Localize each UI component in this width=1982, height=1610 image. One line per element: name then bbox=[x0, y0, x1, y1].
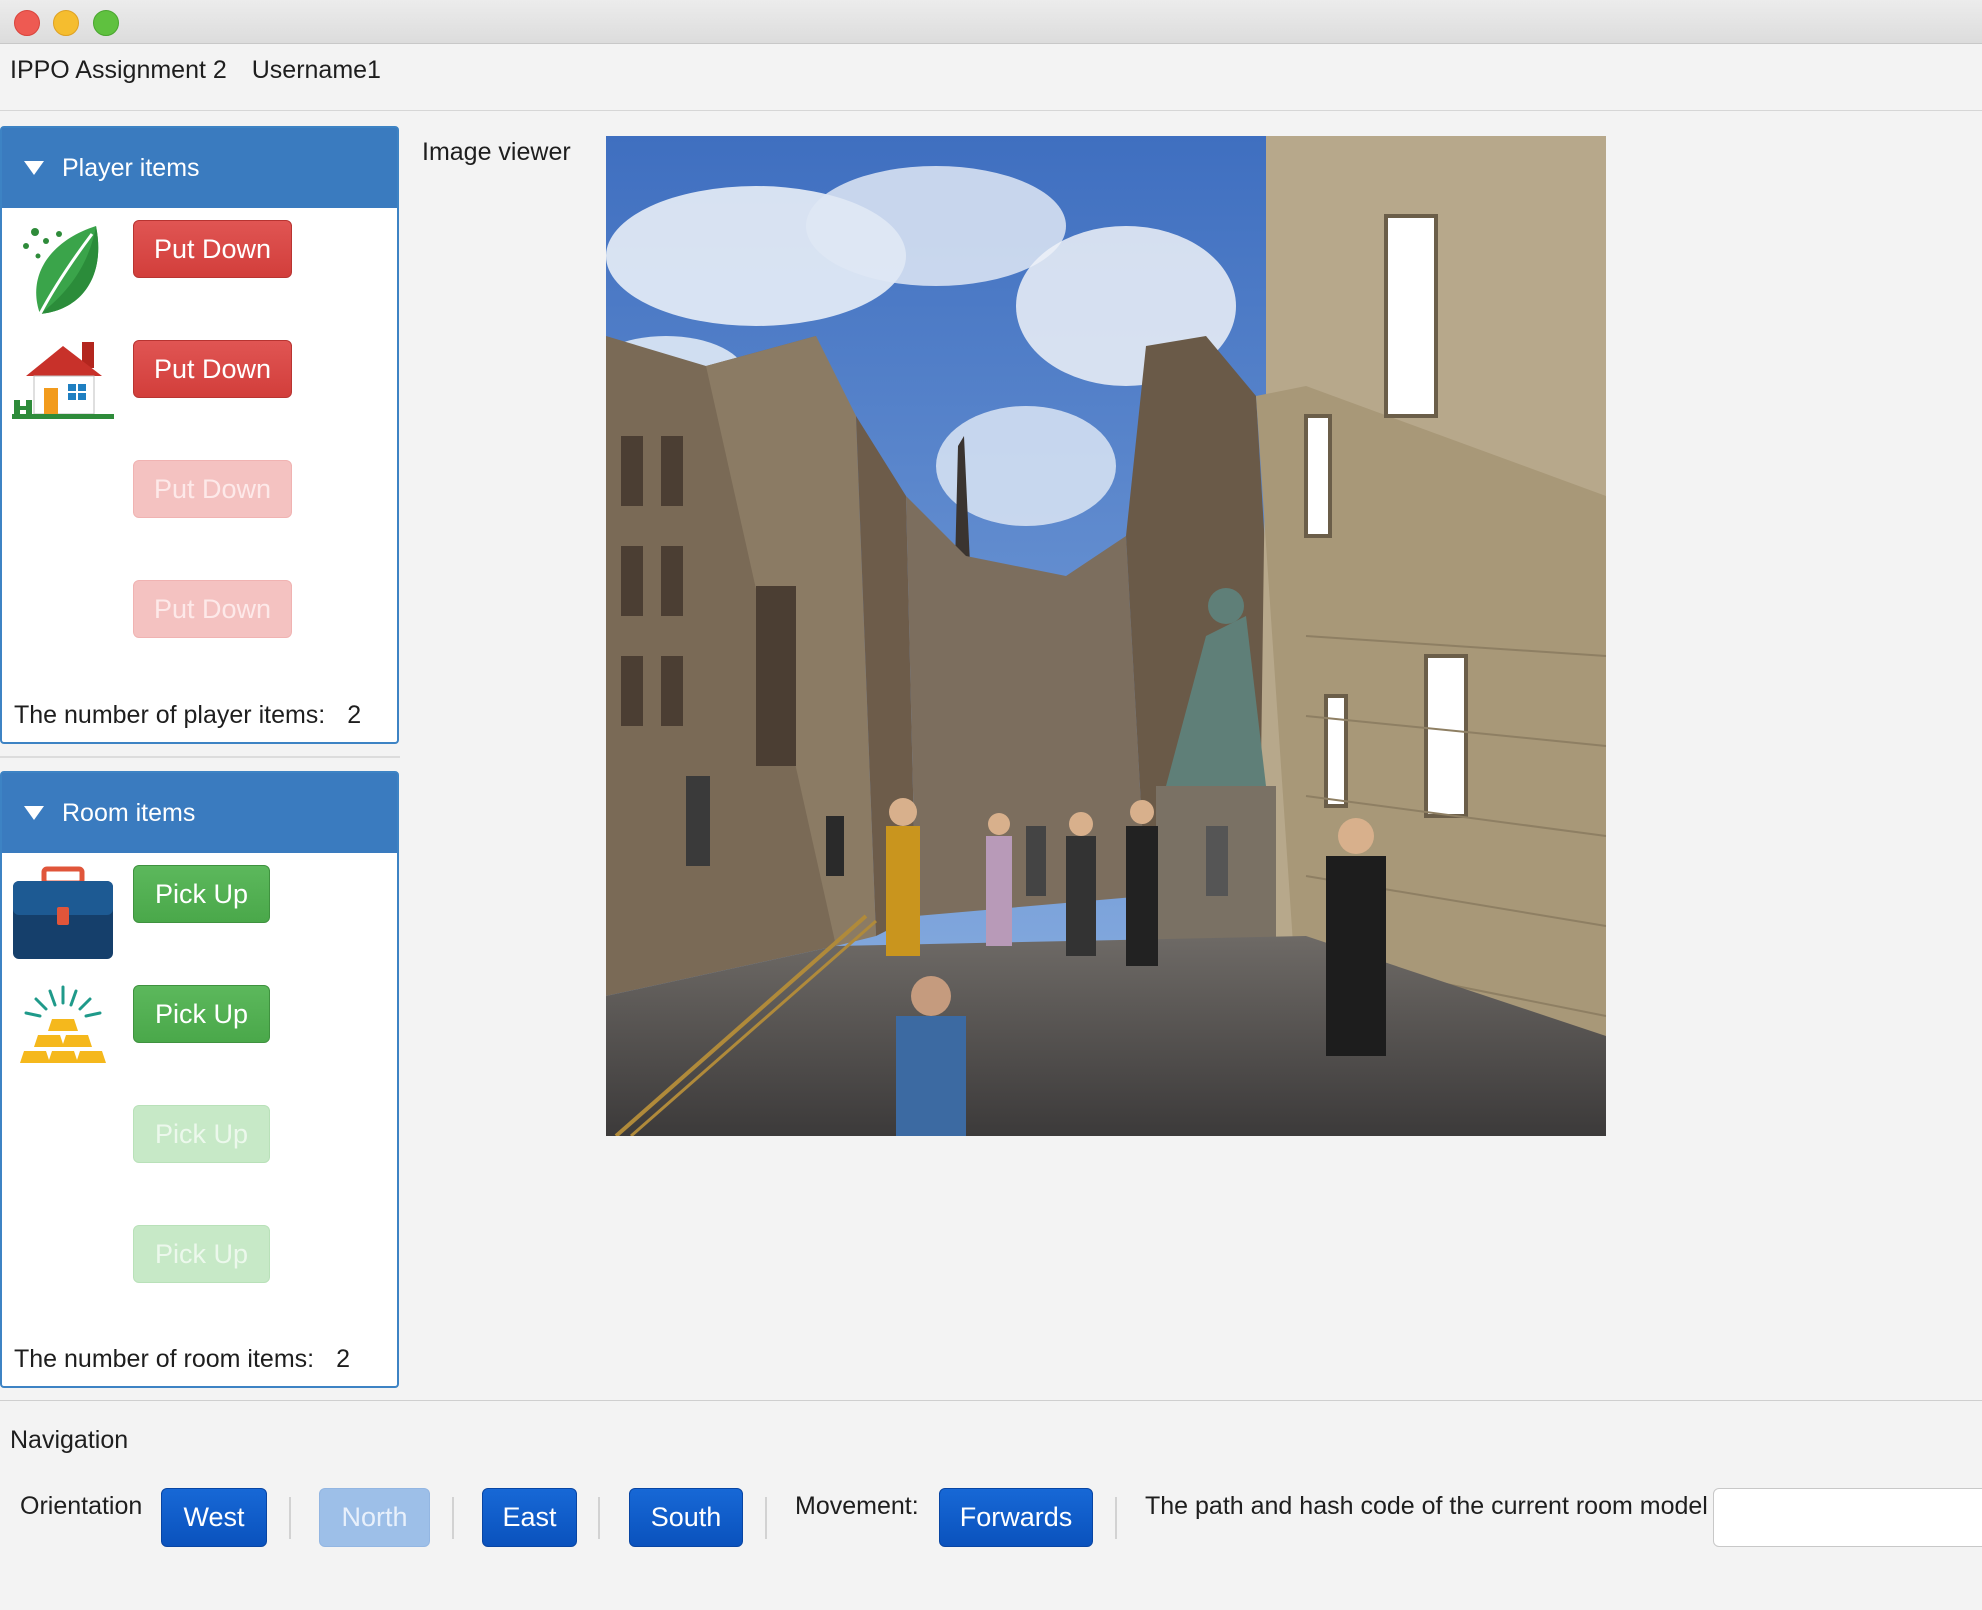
put-down-button[interactable]: Put Down bbox=[133, 340, 292, 398]
pick-up-button-disabled: Pick Up bbox=[133, 1225, 270, 1283]
nav-separator bbox=[1115, 1497, 1117, 1539]
forwards-button[interactable]: Forwards bbox=[939, 1488, 1093, 1547]
south-button[interactable]: South bbox=[629, 1488, 743, 1547]
room-items-title: Room items bbox=[62, 798, 196, 827]
north-button: North bbox=[319, 1488, 430, 1547]
hash-code-label: The path and hash code of the current ro… bbox=[1145, 1492, 1708, 1520]
player-items-header[interactable]: Player items bbox=[2, 128, 397, 208]
room-item-row: Pick Up bbox=[2, 1219, 397, 1339]
east-button[interactable]: East bbox=[482, 1488, 577, 1547]
app-header: IPPO Assignment 2 Username1 bbox=[10, 56, 399, 85]
player-item-row: Put Down bbox=[2, 454, 397, 574]
player-items-count-value: 2 bbox=[347, 701, 362, 729]
orientation-label: Orientation bbox=[20, 1492, 143, 1520]
app-title: IPPO Assignment 2 bbox=[10, 56, 227, 84]
hash-code-field[interactable] bbox=[1713, 1488, 1982, 1547]
player-items-panel: Player items Put Down Put Down Put Down … bbox=[0, 126, 399, 744]
put-down-button-disabled: Put Down bbox=[133, 580, 292, 638]
navigation-divider bbox=[0, 1400, 1982, 1401]
player-item-row: Put Down bbox=[2, 574, 397, 694]
collapse-triangle-icon bbox=[24, 806, 44, 820]
room-item-row: Pick Up bbox=[2, 859, 397, 979]
room-photo bbox=[606, 136, 1606, 1136]
window-titlebar bbox=[0, 0, 1982, 44]
house-icon bbox=[12, 340, 114, 440]
collapse-triangle-icon bbox=[24, 161, 44, 175]
navigation-title: Navigation bbox=[10, 1426, 129, 1454]
username-label: Username1 bbox=[251, 56, 381, 84]
minimize-window-button[interactable] bbox=[53, 10, 79, 36]
movement-label: Movement: bbox=[795, 1492, 919, 1520]
close-window-button[interactable] bbox=[14, 10, 40, 36]
nav-separator bbox=[598, 1497, 600, 1539]
briefcase-icon bbox=[12, 865, 114, 965]
nav-separator bbox=[765, 1497, 767, 1539]
room-items-header[interactable]: Room items bbox=[2, 773, 397, 853]
pick-up-button-disabled: Pick Up bbox=[133, 1105, 270, 1163]
header-divider bbox=[0, 110, 1982, 111]
player-items-count: The number of player items: 2 bbox=[14, 701, 361, 730]
nav-separator bbox=[289, 1497, 291, 1539]
west-button[interactable]: West bbox=[161, 1488, 267, 1547]
panel-divider bbox=[0, 756, 400, 758]
player-item-row: Put Down bbox=[2, 334, 397, 454]
player-items-title: Player items bbox=[62, 153, 200, 182]
room-item-row: Pick Up bbox=[2, 1099, 397, 1219]
room-items-panel: Room items Pick Up Pick Up Pick Up Pick … bbox=[0, 771, 399, 1388]
room-items-count-label: The number of room items: bbox=[14, 1345, 315, 1373]
maximize-window-button[interactable] bbox=[93, 10, 119, 36]
pick-up-button[interactable]: Pick Up bbox=[133, 865, 270, 923]
room-item-row: Pick Up bbox=[2, 979, 397, 1099]
room-items-count: The number of room items: 2 bbox=[14, 1345, 350, 1374]
pick-up-button[interactable]: Pick Up bbox=[133, 985, 270, 1043]
nav-separator bbox=[452, 1497, 454, 1539]
put-down-button-disabled: Put Down bbox=[133, 460, 292, 518]
player-items-count-label: The number of player items: bbox=[14, 701, 326, 729]
image-viewer-label: Image viewer bbox=[422, 138, 571, 166]
room-items-count-value: 2 bbox=[336, 1345, 351, 1373]
leaf-icon bbox=[12, 220, 114, 320]
put-down-button[interactable]: Put Down bbox=[133, 220, 292, 278]
player-item-row: Put Down bbox=[2, 214, 397, 334]
gold-bars-icon bbox=[12, 985, 114, 1085]
